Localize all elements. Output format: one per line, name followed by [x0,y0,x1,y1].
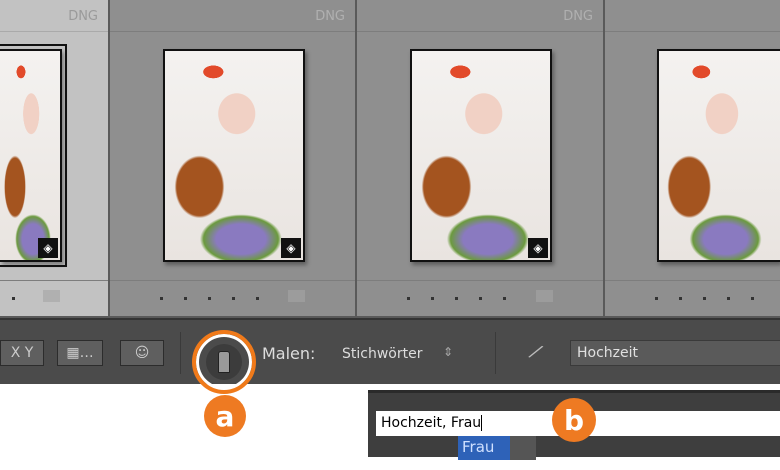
people-view-button[interactable]: ☺ [120,340,164,366]
keyword-tag-icon: ◈ [38,238,58,258]
toolbar: X Y ▦… ☺ Malen: Stichwörter ⇕ ⁄ Hochzeit [0,318,780,394]
compare-view-button[interactable]: X Y [0,340,44,366]
callout-b: b [552,398,596,442]
keyword-tag-icon: ◈ [528,238,548,258]
rating-stars[interactable] [160,297,259,300]
painter-tool-button[interactable] [192,330,256,394]
flag-icon[interactable] [536,290,553,302]
rating-stars[interactable] [655,297,754,300]
grid-cell[interactable]: DNG ◈ [0,0,108,316]
autocomplete-suggestion[interactable]: Frau [458,436,510,460]
spray-can-icon [218,351,230,373]
keyword-entry-text: Hochzeit, Frau [381,415,482,431]
photo-thumbnail[interactable]: ◈ [410,49,552,262]
keyword-input[interactable]: Hochzeit [570,340,780,366]
file-format: DNG [68,9,98,24]
photo-thumbnail[interactable]: ◈ [163,49,305,262]
grid-cell[interactable]: DNG ◈ [357,0,603,316]
flag-icon[interactable] [43,290,60,302]
grid-cell[interactable]: DNG ◈ [110,0,355,316]
paint-target-select[interactable]: Stichwörter [342,346,422,362]
painter-label: Malen: [262,344,316,363]
thumbnail-grid: DNG ◈ DNG ◈ DNG ◈ [0,0,780,318]
photo-thumbnail[interactable]: ◈ [0,44,67,267]
callout-a: a [204,395,246,437]
file-format: DNG [563,9,593,24]
grid-cell[interactable] [605,0,780,316]
flag-icon[interactable] [288,290,305,302]
rating-stars[interactable] [407,297,506,300]
file-format: DNG [315,9,345,24]
select-arrows-icon: ⇕ [443,345,454,359]
eyedropper-icon[interactable]: ⁄ [530,340,541,364]
photo-thumbnail[interactable] [657,49,780,262]
survey-view-button[interactable]: ▦… [57,340,103,366]
keyword-tag-icon: ◈ [281,238,301,258]
autocomplete-list: Frau [458,436,536,460]
